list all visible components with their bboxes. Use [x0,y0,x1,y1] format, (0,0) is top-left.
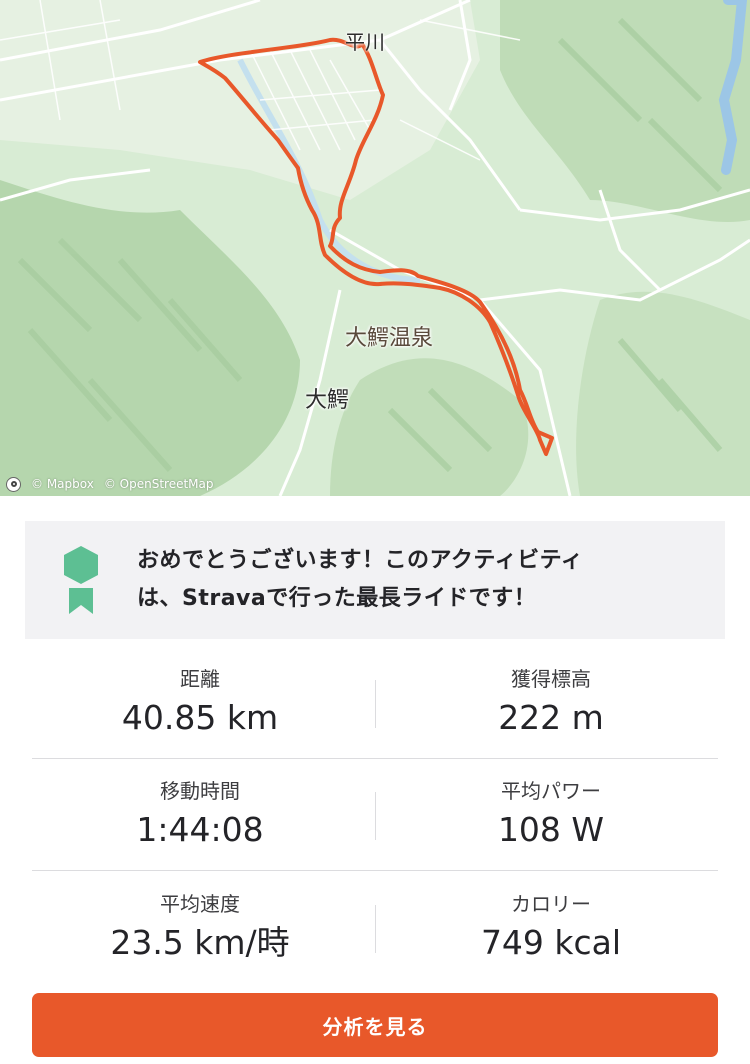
stat-value: 222 m [498,698,604,737]
achievement-line-2: は、Stravaで行った最長ライドです！ [137,586,537,611]
stat-value: 1:44:08 [136,810,264,849]
divider-horizontal [32,870,718,871]
stat-elevation-gain: 獲得標高 222 m [376,664,726,742]
attribution-osm[interactable]: © OpenStreetMap [104,477,214,491]
stat-label: 平均速度 [160,892,240,916]
place-label-hirakawa: 平川 [345,30,385,54]
divider-vertical [375,792,376,840]
divider-vertical [375,905,376,953]
stat-label: 移動時間 [160,779,240,803]
map-attribution: © Mapbox © OpenStreetMap [6,474,214,494]
stat-value: 749 kcal [480,923,622,962]
stat-label: 距離 [180,667,220,691]
stat-moving-time: 移動時間 1:44:08 [25,776,375,854]
stat-label: カロリー [511,892,591,916]
mapbox-logo-icon[interactable] [6,476,21,492]
stat-distance: 距離 40.85 km [25,664,375,742]
achievement-banner: おめでとうございます！このアクティビティ は、Stravaで行った最長ライドです… [25,521,725,639]
stat-value: 108 W [497,810,605,849]
view-analysis-button[interactable]: 分析を見る [32,993,718,1057]
divider-horizontal [32,758,718,759]
map-canvas [0,0,750,496]
stat-calories: カロリー 749 kcal [376,889,726,967]
stat-average-power: 平均パワー 108 W [376,776,726,854]
stat-value: 40.85 km [121,698,279,737]
stat-value: 23.5 km/時 [110,923,290,962]
achievement-line-1: おめでとうございます！このアクティビティ [137,548,584,573]
badge-container [25,544,137,616]
achievement-message: おめでとうございます！このアクティビティ は、Stravaで行った最長ライドです… [137,542,677,618]
stat-label: 平均パワー [501,779,601,803]
route-map[interactable]: 平川 大鰐温泉 大鰐 © Mapbox © OpenStreetMap [0,0,750,496]
divider-vertical [375,680,376,728]
medal-badge-icon [64,546,98,614]
stat-label: 獲得標高 [511,667,591,691]
place-label-owani-onsen: 大鰐温泉 [345,326,434,351]
stat-average-speed: 平均速度 23.5 km/時 [25,889,375,967]
attribution-mapbox[interactable]: © Mapbox [31,477,94,491]
place-label-owani: 大鰐 [305,388,350,413]
